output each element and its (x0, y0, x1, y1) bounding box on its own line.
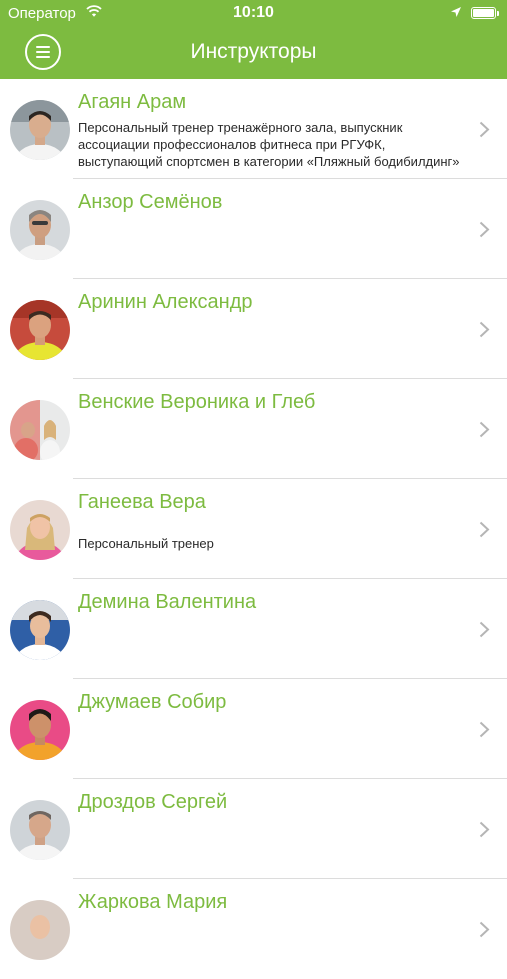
instructor-row[interactable]: Агаян Арам Персональный тренер тренажёрн… (0, 79, 507, 179)
instructor-row[interactable]: Жаркова Мария (0, 879, 507, 979)
chevron-right-icon (479, 121, 490, 138)
chevron-right-icon (479, 321, 490, 338)
chevron-right-icon (479, 521, 490, 538)
navigation-bar: Оператор 10:10 Инструкторы (0, 0, 507, 79)
instructor-avatar (10, 600, 70, 660)
instructor-avatar (10, 100, 70, 160)
battery-tip (497, 11, 499, 16)
instructor-row[interactable]: Аринин Александр (0, 279, 507, 379)
instructor-avatar (10, 500, 70, 560)
instructor-avatar (10, 300, 70, 360)
instructor-list: Агаян Арам Персональный тренер тренажёрн… (0, 79, 507, 979)
instructor-name: Ганеева Вера (78, 491, 206, 513)
chevron-right-icon (479, 621, 490, 638)
instructor-avatar (10, 200, 70, 260)
instructor-avatar (10, 700, 70, 760)
instructor-name: Аринин Александр (78, 291, 253, 313)
chevron-right-icon (479, 821, 490, 838)
description-line: выступающий спортсмен в категории «Пляжн… (78, 154, 460, 169)
instructor-description: Персональный тренер тренажёрного зала, в… (78, 119, 470, 170)
instructor-name: Жаркова Мария (78, 891, 228, 913)
battery-icon (471, 7, 496, 19)
instructor-name: Анзор Семёнов (78, 191, 223, 213)
chevron-right-icon (479, 721, 490, 738)
instructor-name: Демина Валентина (78, 591, 257, 613)
description-line: ассоциации профессионалов фитнеса при РГ… (78, 137, 386, 152)
page-title: Инструкторы (190, 40, 317, 63)
chevron-right-icon (479, 921, 490, 938)
description-line: Персональный тренер тренажёрного зала, в… (78, 120, 403, 135)
instructor-name: Венские Вероника и Глеб (78, 391, 316, 413)
location-arrow-icon (450, 5, 462, 22)
clock-time: 10:10 (233, 4, 274, 21)
chevron-right-icon (479, 421, 490, 438)
instructor-name: Джумаев Собир (78, 691, 227, 713)
instructor-row[interactable]: Венские Вероника и Глеб (0, 379, 507, 479)
instructor-avatar (10, 400, 70, 460)
instructor-avatar (10, 900, 70, 960)
instructor-row[interactable]: Ганеева Вера Персональный тренер (0, 479, 507, 579)
status-bar: Оператор 10:10 (0, 0, 507, 28)
instructor-row[interactable]: Дроздов Сергей (0, 779, 507, 879)
instructor-name: Дроздов Сергей (78, 791, 228, 813)
instructor-name: Агаян Арам (78, 91, 187, 113)
instructor-row[interactable]: Демина Валентина (0, 579, 507, 679)
chevron-right-icon (479, 221, 490, 238)
instructor-row[interactable]: Джумаев Собир (0, 679, 507, 779)
instructor-description: Персональный тренер (78, 536, 214, 551)
instructor-avatar (10, 800, 70, 860)
instructor-row[interactable]: Анзор Семёнов (0, 179, 507, 279)
